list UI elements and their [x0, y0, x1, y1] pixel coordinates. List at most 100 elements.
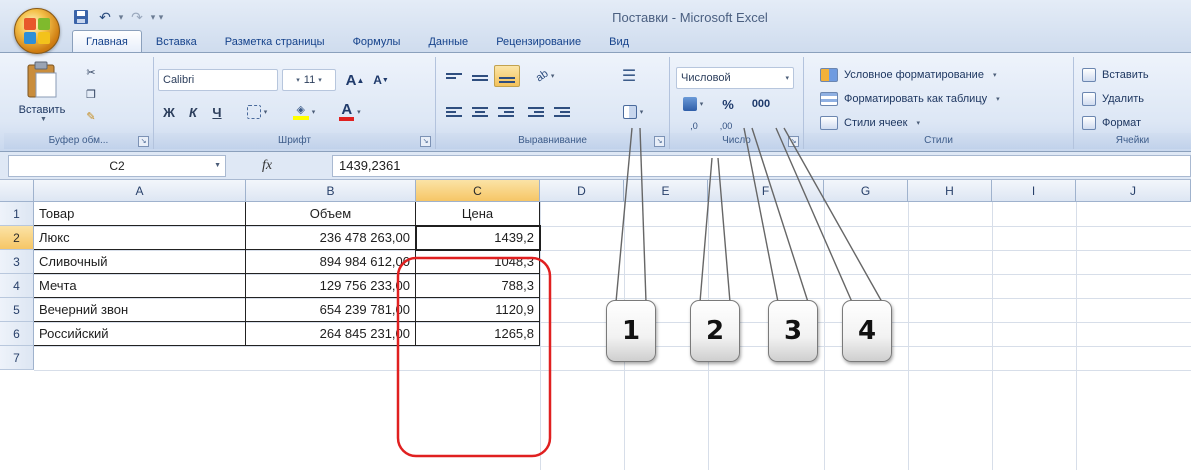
bold-button[interactable]: Ж [158, 101, 180, 123]
currency-format-button[interactable]: ▾ [674, 93, 712, 115]
decrease-indent-icon [528, 107, 544, 117]
font-launcher-icon[interactable]: ↘ [420, 136, 431, 147]
align-right-button[interactable] [494, 101, 518, 123]
decrease-indent-button[interactable] [524, 101, 548, 123]
shrink-font-button[interactable]: A ▼ [370, 69, 392, 91]
cell-a1[interactable]: Товар [34, 202, 246, 226]
fill-color-dropdown-icon: ▾ [311, 109, 316, 116]
align-top-button[interactable] [442, 65, 466, 87]
cell-styles-button[interactable]: Стили ячеек ▾ [820, 113, 920, 133]
conditional-formatting-icon [820, 68, 838, 82]
tab-formulas[interactable]: Формулы [339, 30, 415, 52]
font-name-select[interactable]: Calibri [158, 69, 278, 91]
cell-b1[interactable]: Объем [246, 202, 416, 226]
cell-b5[interactable]: 654 239 781,00 [246, 298, 416, 322]
delete-cells-icon [1082, 92, 1096, 106]
percent-style-button[interactable]: % [716, 93, 740, 115]
tab-review[interactable]: Рецензирование [482, 30, 595, 52]
cut-icon[interactable]: ✂ [80, 61, 102, 83]
borders-dropdown-icon: ▾ [263, 109, 268, 116]
cell-a3[interactable]: Сливочный [34, 250, 246, 274]
number-format-select[interactable]: Числовой ▾ [676, 67, 794, 89]
increase-indent-button[interactable] [550, 101, 574, 123]
cell-b4[interactable]: 129 756 233,00 [246, 274, 416, 298]
copy-icon[interactable]: ❐ [80, 83, 102, 105]
cell-a5[interactable]: Вечерний звон [34, 298, 246, 322]
cell-styles-dropdown-icon: ▾ [916, 120, 920, 127]
redo-dropdown-icon[interactable]: ▾ [150, 12, 156, 23]
orientation-button[interactable]: ab ▾ [528, 65, 562, 87]
callout-1: 1 [606, 300, 656, 362]
paste-button[interactable]: Вставить ▼ [14, 61, 70, 131]
comma-style-button[interactable]: 000 [744, 93, 778, 115]
borders-icon [246, 105, 261, 119]
cell-c1[interactable]: Цена [416, 202, 540, 226]
name-box-value: C2 [109, 159, 125, 173]
borders-button[interactable]: ▾ [240, 101, 274, 123]
tab-home[interactable]: Главная [72, 30, 142, 52]
merge-center-button[interactable]: ▾ [616, 101, 650, 123]
wrap-text-icon: ☰ [621, 68, 637, 85]
cell-b2[interactable]: 236 478 263,00 [246, 226, 416, 250]
alignment-group-label: Выравнивание [436, 133, 669, 149]
redo-icon[interactable]: ↷ [126, 7, 148, 27]
cell-a2[interactable]: Люкс [34, 226, 246, 250]
delete-cells-button[interactable]: Удалить [1082, 89, 1144, 109]
tab-insert[interactable]: Вставка [142, 30, 211, 52]
increase-decimal-label: ,0 [690, 121, 698, 131]
insert-cells-button[interactable]: Вставить [1082, 65, 1149, 85]
cell-b3[interactable]: 894 984 612,00 [246, 250, 416, 274]
cell-a4[interactable]: Мечта [34, 274, 246, 298]
font-size-select[interactable]: ▾ 11 ▾ [282, 69, 336, 91]
align-center-button[interactable] [468, 101, 492, 123]
number-format-value: Числовой [681, 72, 731, 84]
underline-button[interactable]: Ч [206, 101, 228, 123]
customize-qat-icon[interactable]: ▾ [158, 12, 164, 23]
grow-font-button[interactable]: A ▲ [344, 69, 366, 91]
formula-input[interactable]: 1439,2361 [332, 155, 1191, 177]
alignment-launcher-icon[interactable]: ↘ [654, 136, 665, 147]
clipboard-launcher-icon[interactable]: ↘ [138, 136, 149, 147]
align-left-button[interactable] [442, 101, 466, 123]
title-bar: ↶ ▾ ↷ ▾ ▾ Поставки - Microsoft Excel Гла… [0, 0, 1191, 52]
font-color-icon: A [339, 102, 355, 121]
name-box-dropdown-icon[interactable]: ▼ [214, 156, 221, 176]
fill-color-button[interactable]: ◈ ▾ [284, 101, 324, 123]
delete-cells-label: Удалить [1102, 93, 1144, 105]
font-color-button[interactable]: A ▾ [330, 101, 370, 123]
align-bottom-button[interactable] [494, 65, 520, 87]
undo-icon[interactable]: ↶ [94, 7, 116, 27]
office-button[interactable] [14, 8, 60, 54]
name-box[interactable]: C2 ▼ [8, 155, 226, 177]
align-middle-button[interactable] [468, 65, 492, 87]
tab-page-layout[interactable]: Разметка страницы [211, 30, 339, 52]
cell-c5[interactable]: 1120,9 [416, 298, 540, 322]
italic-button[interactable]: К [182, 101, 204, 123]
conditional-formatting-button[interactable]: Условное форматирование ▾ [820, 65, 996, 85]
format-painter-icon[interactable]: ✎ [80, 105, 102, 127]
cell-c3[interactable]: 1048,3 [416, 250, 540, 274]
undo-dropdown-icon[interactable]: ▾ [118, 12, 124, 23]
paste-label: Вставить [18, 104, 66, 116]
cell-b6[interactable]: 264 845 231,00 [246, 322, 416, 346]
font-group: Calibri ▾ 11 ▾ A ▲ A ▼ Ж К Ч ▾ ◈ ▾ A ▾ Шрифт… [154, 57, 436, 149]
tab-data[interactable]: Данные [414, 30, 482, 52]
format-as-table-button[interactable]: Форматировать как таблицу ▾ [820, 89, 1000, 109]
cell-a6[interactable]: Российский [34, 322, 246, 346]
tab-view[interactable]: Вид [595, 30, 643, 52]
number-launcher-icon[interactable]: ↘ [788, 136, 799, 147]
shrink-font-label: A [373, 73, 382, 87]
insert-function-icon[interactable]: fx [262, 155, 332, 177]
number-group-label: Число [670, 133, 803, 149]
paste-dropdown-icon: ▼ [40, 116, 47, 123]
save-icon[interactable] [70, 7, 92, 27]
wrap-text-button[interactable]: ☰ [616, 65, 642, 87]
office-logo-icon [24, 18, 50, 44]
font-size-dropdown-icon: ▾ [296, 77, 300, 84]
orientation-dropdown-icon: ▾ [550, 73, 555, 80]
cell-c6[interactable]: 1265,8 [416, 322, 540, 346]
insert-cells-icon [1082, 68, 1096, 82]
cells-group: Вставить Удалить Формат Ячейки [1074, 57, 1191, 149]
cell-c4[interactable]: 788,3 [416, 274, 540, 298]
format-cells-button[interactable]: Формат [1082, 113, 1141, 133]
